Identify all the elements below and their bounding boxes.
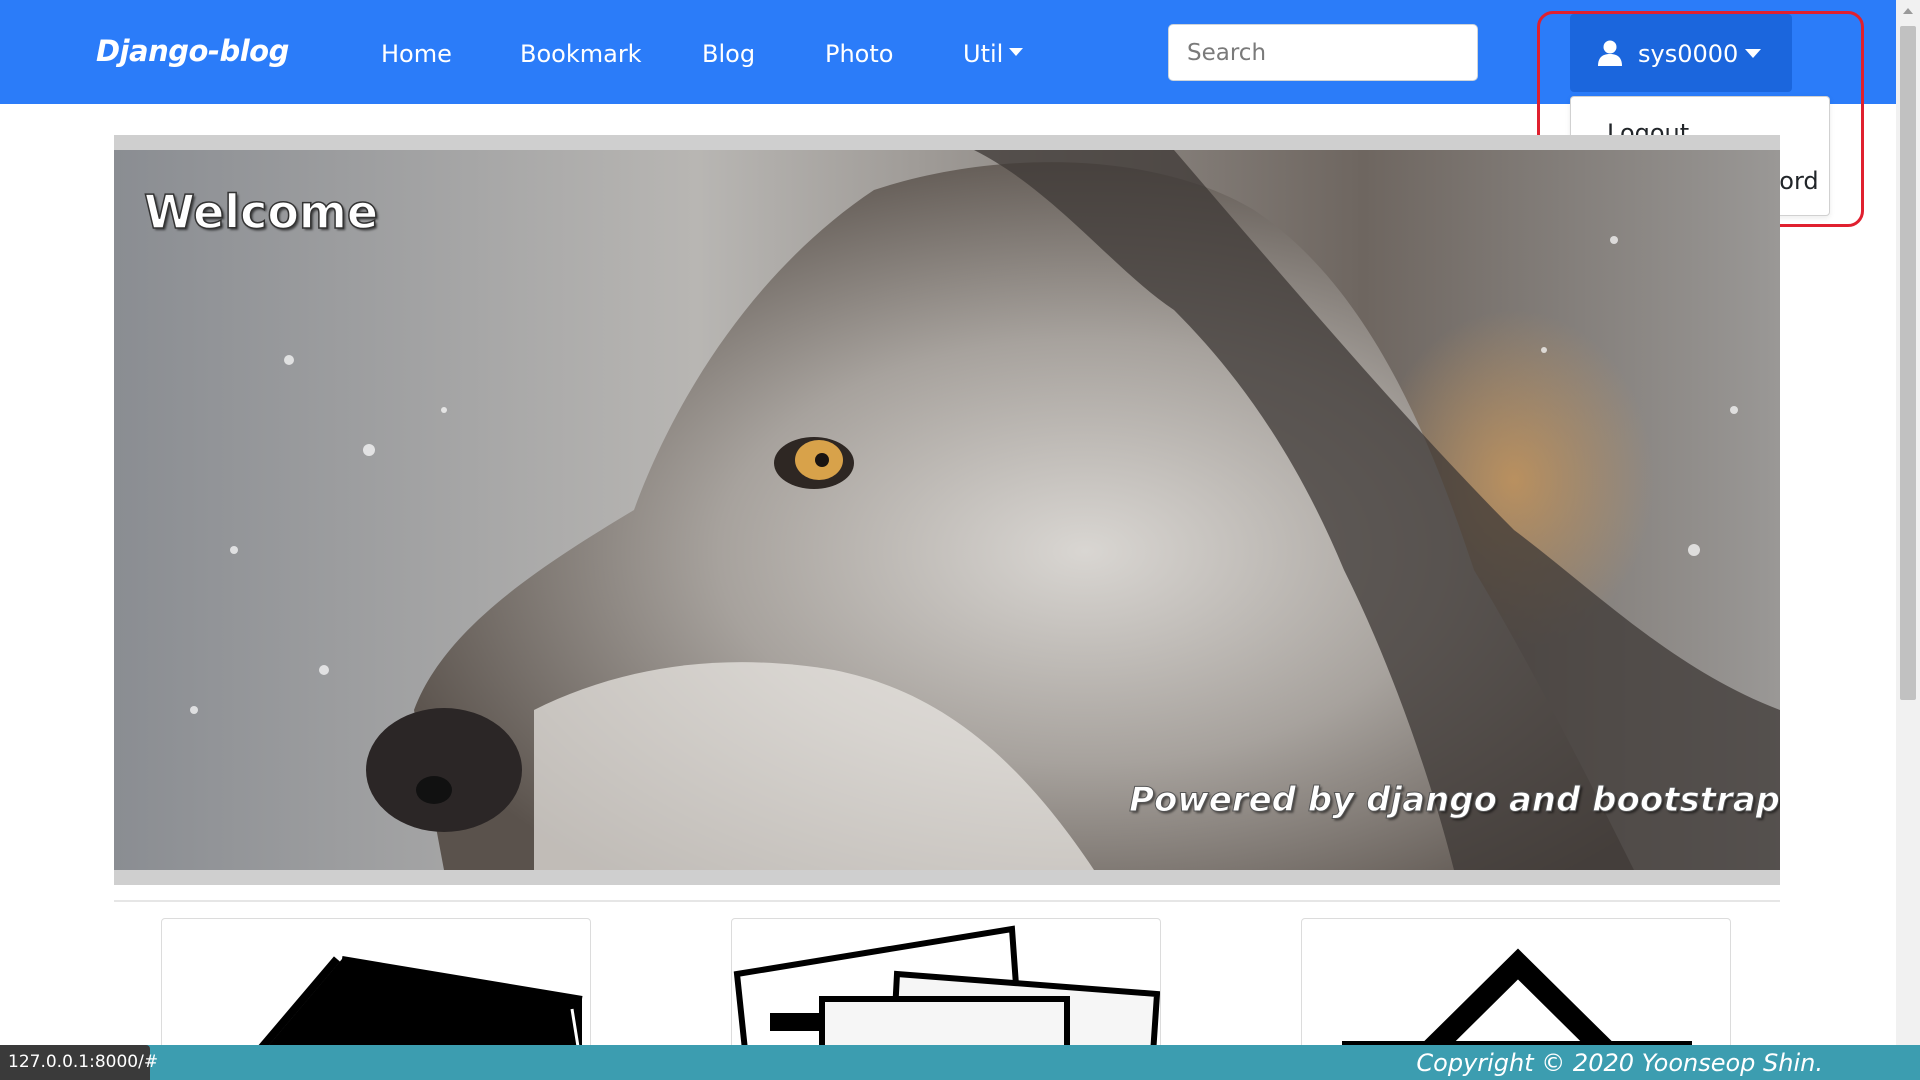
scroll-up-icon[interactable] xyxy=(1903,8,1913,14)
nav-home[interactable]: Home xyxy=(381,40,452,68)
wolf-image xyxy=(114,150,1780,870)
hero-banner: Welcome Powered by django and bootstrap xyxy=(114,150,1780,870)
copyright-text: Copyright © 2020 Yoonseop Shin. xyxy=(1416,1049,1823,1077)
nav-util-label: Util xyxy=(963,40,1004,68)
divider xyxy=(114,900,1780,902)
nav-bookmark[interactable]: Bookmark xyxy=(520,40,642,68)
caret-down-icon xyxy=(1745,49,1761,58)
user-name: sys0000 xyxy=(1638,40,1739,68)
hero-title: Welcome xyxy=(143,184,379,240)
hero-caption: Powered by django and bootstrap xyxy=(1129,780,1780,821)
nav-photo[interactable]: Photo xyxy=(825,40,893,68)
scrollbar[interactable] xyxy=(1896,0,1920,1045)
caret-down-icon xyxy=(1009,48,1024,56)
footer: Copyright © 2020 Yoonseop Shin. xyxy=(0,1045,1920,1080)
nav-blog[interactable]: Blog xyxy=(702,40,755,68)
scroll-thumb[interactable] xyxy=(1900,26,1916,700)
user-menu-button[interactable]: sys0000 xyxy=(1570,14,1792,92)
navbar: Django-blog Home Bookmark Blog Photo Uti… xyxy=(0,0,1920,104)
brand-logo[interactable]: Django-blog xyxy=(96,34,289,68)
user-icon xyxy=(1598,40,1622,66)
status-url: 127.0.0.1:8000/# xyxy=(0,1045,158,1080)
search-input[interactable] xyxy=(1168,24,1478,81)
nav-util-dropdown[interactable]: Util xyxy=(963,40,1024,68)
